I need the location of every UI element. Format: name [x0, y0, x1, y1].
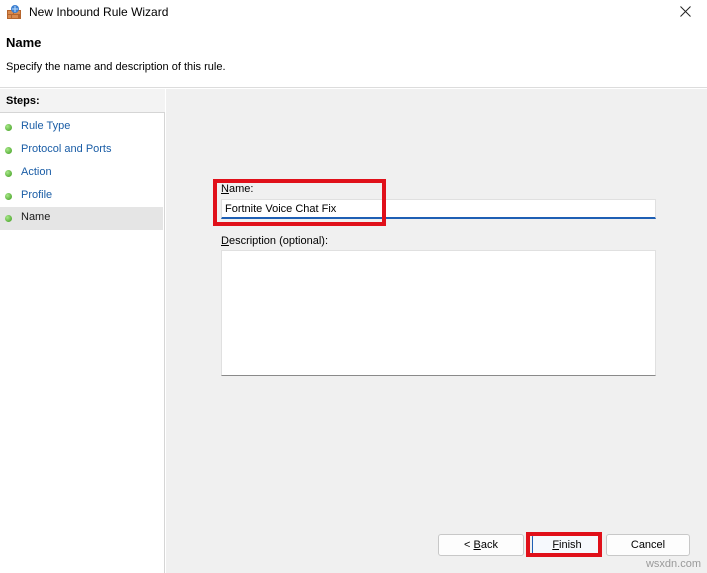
step-complete-icon	[5, 193, 12, 200]
step-action[interactable]: Action	[0, 162, 163, 185]
step-complete-icon	[5, 124, 12, 131]
step-rule-type[interactable]: Rule Type	[0, 116, 163, 139]
window-title: New Inbound Rule Wizard	[29, 5, 169, 19]
step-label: Action	[21, 166, 52, 178]
step-label: Rule Type	[21, 120, 71, 132]
step-protocol-and-ports[interactable]: Protocol and Ports	[0, 139, 163, 162]
step-complete-icon	[5, 170, 12, 177]
description-field-label: Description (optional):	[221, 235, 329, 247]
steps-heading: Steps:	[0, 89, 165, 113]
step-current-icon	[5, 215, 12, 222]
watermark: wsxdn.com	[645, 558, 701, 570]
finish-highlight-box	[526, 532, 602, 557]
description-field[interactable]	[221, 250, 656, 376]
step-label: Name	[21, 211, 51, 223]
step-profile[interactable]: Profile	[0, 185, 163, 208]
firewall-app-icon	[6, 4, 22, 20]
steps-panel: Steps: Rule Type Protocol and Ports Acti…	[0, 89, 165, 573]
wizard-header: Name Specify the name and description of…	[0, 26, 707, 88]
close-icon	[679, 6, 691, 20]
page-description: Specify the name and description of this…	[6, 61, 226, 73]
cancel-button[interactable]: Cancel	[606, 534, 690, 556]
page-title: Name	[6, 35, 42, 50]
step-label: Profile	[21, 189, 53, 201]
close-button[interactable]	[663, 0, 707, 26]
back-button[interactable]: < Back	[438, 534, 524, 556]
name-highlight-box	[213, 179, 386, 226]
main-content: Name: Description (optional): < Back Fin…	[166, 89, 707, 573]
title-bar: New Inbound Rule Wizard	[0, 0, 707, 26]
step-complete-icon	[5, 147, 12, 154]
step-name[interactable]: Name	[0, 207, 163, 230]
step-label: Protocol and Ports	[21, 143, 112, 155]
